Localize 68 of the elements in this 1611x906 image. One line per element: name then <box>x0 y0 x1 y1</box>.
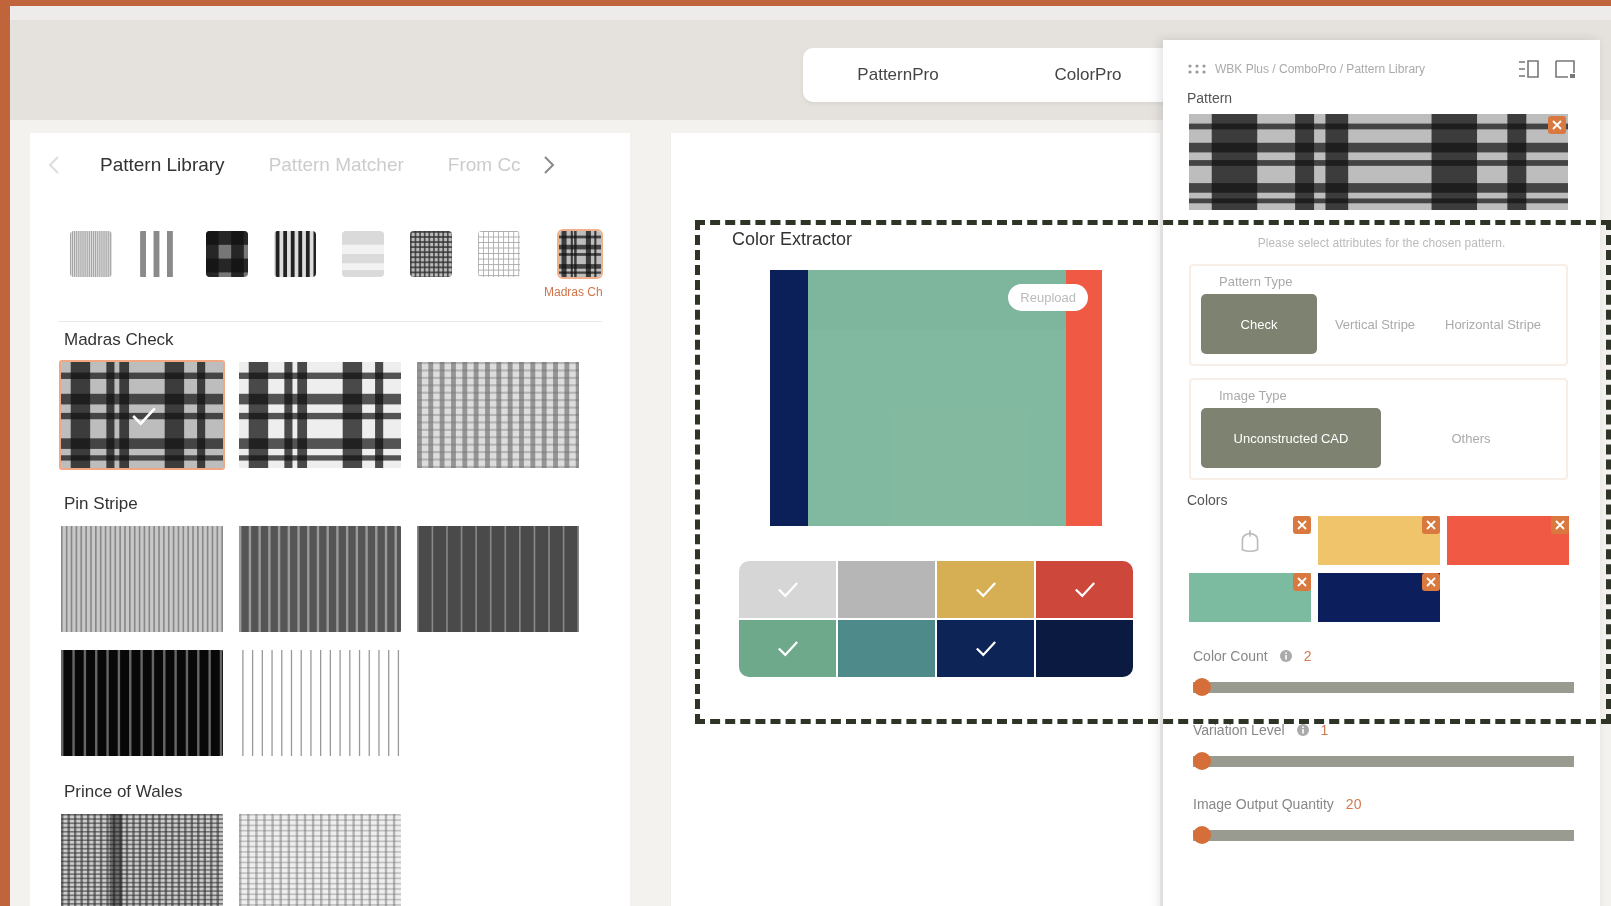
category-thumbnail[interactable] <box>68 229 114 279</box>
remove-icon[interactable] <box>1551 516 1569 534</box>
slider-label: Image Output Quantity <box>1193 796 1334 812</box>
color-cell[interactable] <box>1036 561 1133 618</box>
category-label: Madras Ch <box>544 285 603 299</box>
option-button[interactable]: Unconstructed CAD <box>1201 408 1381 468</box>
hint-text: Please select attributes for the chosen pattern. <box>1256 236 1507 250</box>
color-cell[interactable] <box>739 561 836 618</box>
remove-icon[interactable] <box>1293 573 1311 591</box>
group-label: Image Type <box>1219 388 1287 403</box>
category-thumbnail[interactable] <box>340 229 386 279</box>
category-thumbnail[interactable] <box>408 229 454 279</box>
slider-value: 2 <box>1303 648 1312 664</box>
group-label: Pattern Type <box>1219 274 1293 289</box>
color-cell[interactable] <box>838 620 935 677</box>
slider-thumb[interactable] <box>1193 826 1211 844</box>
check-icon <box>1073 581 1096 598</box>
slider[interactable] <box>1193 678 1574 696</box>
color-swatch[interactable] <box>1318 516 1440 565</box>
color-cell[interactable] <box>937 620 1034 677</box>
split-view-icon[interactable] <box>1518 59 1540 79</box>
check-icon <box>974 640 997 657</box>
info-icon[interactable] <box>1279 650 1292 662</box>
section-title: Pin Stripe <box>64 494 139 514</box>
option-button[interactable]: Horizontal Stripe <box>1433 294 1554 354</box>
field-label: Pattern <box>1187 90 1234 106</box>
slider-label: Variation Level <box>1193 722 1285 738</box>
option-button[interactable]: Vertical Stripe <box>1317 294 1433 354</box>
category-thumbnail[interactable] <box>556 229 603 279</box>
check-icon <box>776 640 799 657</box>
library-tab[interactable]: Pattern Library <box>60 154 247 176</box>
check-icon <box>131 406 157 426</box>
slider-label: Color Count <box>1193 648 1268 664</box>
check-icon <box>974 581 997 598</box>
remove-icon[interactable] <box>1548 116 1566 134</box>
color-swatch[interactable] <box>1189 573 1311 622</box>
remove-icon[interactable] <box>1422 516 1440 534</box>
option-button[interactable]: Check <box>1201 294 1317 354</box>
category-thumbnail[interactable] <box>204 229 250 279</box>
slider[interactable] <box>1193 752 1574 770</box>
category-thumbnail[interactable] <box>476 229 522 279</box>
reupload-button[interactable]: Reupload <box>1008 284 1088 311</box>
breadcrumb: WBK Plus / ComboPro / Pattern Library <box>1215 62 1426 76</box>
info-icon[interactable] <box>1296 724 1309 736</box>
window-icon[interactable] <box>1554 59 1576 79</box>
color-cell[interactable] <box>937 561 1034 618</box>
option-button[interactable]: Others <box>1381 408 1561 468</box>
slider[interactable] <box>1193 826 1574 844</box>
grid-dots-icon[interactable] <box>1187 63 1207 75</box>
section-title: Prince of Wales <box>64 782 184 802</box>
extractor-title: Color Extractor <box>732 229 854 250</box>
category-thumbnail[interactable] <box>272 229 318 279</box>
mode-tab[interactable]: PatternPro <box>803 48 993 102</box>
slider-value: 1 <box>1320 722 1329 738</box>
slider-value: 20 <box>1345 796 1362 812</box>
field-label: Colors <box>1187 492 1229 508</box>
section-title: Madras Check <box>64 330 175 350</box>
color-cell[interactable] <box>1036 620 1133 677</box>
slider-thumb[interactable] <box>1193 752 1211 770</box>
chevron-right-icon[interactable] <box>542 155 555 175</box>
check-icon <box>776 581 799 598</box>
remove-icon[interactable] <box>1422 573 1440 591</box>
color-swatch[interactable] <box>1318 573 1440 622</box>
remove-icon[interactable] <box>1293 516 1311 534</box>
color-cell[interactable] <box>838 561 935 618</box>
slider-thumb[interactable] <box>1193 678 1211 696</box>
color-cell[interactable] <box>739 620 836 677</box>
color-swatch[interactable] <box>1447 516 1569 565</box>
